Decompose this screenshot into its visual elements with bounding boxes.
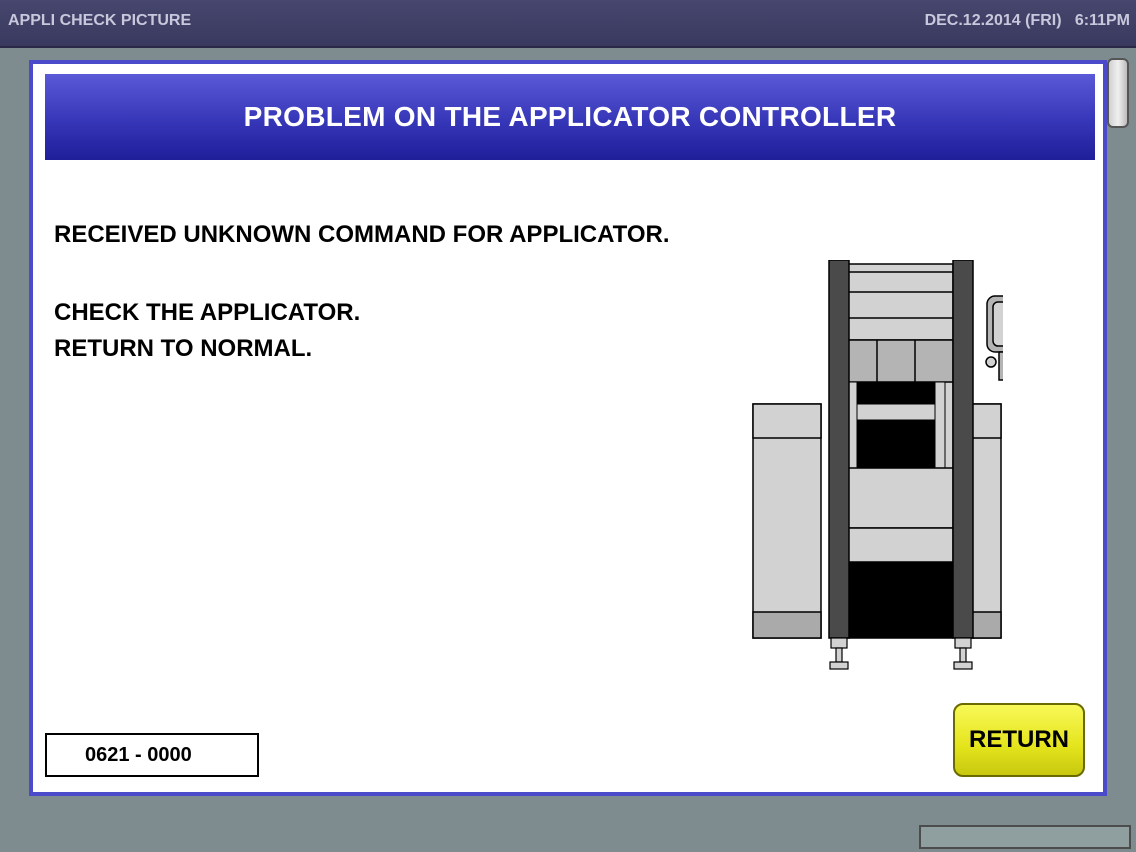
error-message: RECEIVED UNKNOWN COMMAND FOR APPLICATOR. bbox=[54, 221, 670, 248]
return-button[interactable]: RETURN bbox=[953, 703, 1085, 777]
scrollbar-thumb[interactable] bbox=[1107, 58, 1129, 128]
instruction-return: RETURN TO NORMAL. bbox=[54, 335, 313, 362]
dialog-header: PROBLEM ON THE APPLICATOR CONTROLLER bbox=[45, 74, 1095, 160]
instruction-check: CHECK THE APPLICATOR. bbox=[54, 299, 361, 326]
title-bar: APPLI CHECK PICTURE DEC.12.2014 (FRI) 6:… bbox=[0, 0, 1136, 48]
applicator-machine-icon bbox=[752, 260, 1003, 670]
status-bar bbox=[919, 825, 1131, 849]
datetime-display: DEC.12.2014 (FRI) 6:11PM bbox=[924, 12, 1130, 29]
app-title: APPLI CHECK PICTURE bbox=[8, 12, 192, 29]
error-dialog: PROBLEM ON THE APPLICATOR CONTROLLER REC… bbox=[29, 60, 1107, 796]
error-code-box: 0621 - 0000 bbox=[45, 733, 259, 777]
